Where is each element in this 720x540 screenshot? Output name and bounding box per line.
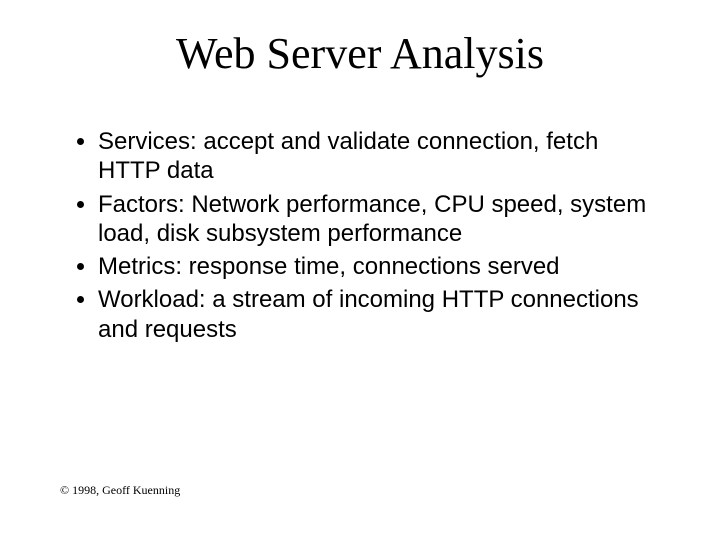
slide-body: Services: accept and validate connection…	[0, 79, 720, 344]
slide-title: Web Server Analysis	[0, 0, 720, 79]
copyright-footer: © 1998, Geoff Kuenning	[60, 483, 180, 498]
list-item: Services: accept and validate connection…	[98, 127, 650, 186]
slide: Web Server Analysis Services: accept and…	[0, 0, 720, 540]
list-item: Metrics: response time, connections serv…	[98, 252, 650, 281]
list-item: Workload: a stream of incoming HTTP conn…	[98, 285, 650, 344]
list-item: Factors: Network performance, CPU speed,…	[98, 190, 650, 249]
bullet-list: Services: accept and validate connection…	[70, 127, 650, 344]
